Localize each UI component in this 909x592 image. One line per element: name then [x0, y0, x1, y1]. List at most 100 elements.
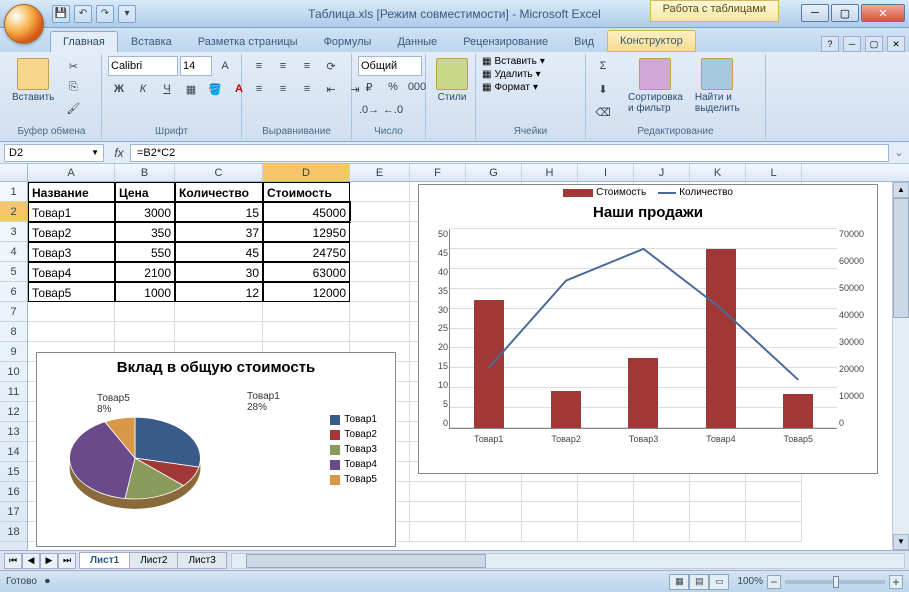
zoom-out-button[interactable]: −	[767, 575, 781, 589]
cell-K17[interactable]	[690, 502, 746, 522]
cell-C6[interactable]: 12	[175, 282, 263, 302]
cell-D2[interactable]: 45000	[263, 202, 350, 222]
border-icon[interactable]: ▦	[180, 79, 202, 99]
row-header-15[interactable]: 15	[0, 462, 27, 482]
sheet-prev-icon[interactable]: ◀	[22, 553, 40, 569]
percent-icon[interactable]: %	[382, 77, 404, 97]
row-header-5[interactable]: 5	[0, 262, 27, 282]
cell-C1[interactable]: Количество	[175, 182, 263, 202]
cell-B7[interactable]	[115, 302, 175, 322]
cell-E6[interactable]	[350, 282, 410, 302]
formula-expand-icon[interactable]: ⌄	[889, 146, 909, 159]
row-header-1[interactable]: 1	[0, 182, 27, 202]
cell-E8[interactable]	[350, 322, 410, 342]
bold-icon[interactable]: Ж	[108, 79, 130, 99]
sheet-tab-3[interactable]: Лист3	[177, 552, 226, 569]
format-cells-button[interactable]: ▦ Формат ▾	[482, 82, 538, 93]
indent-decrease-icon[interactable]: ⇤	[320, 79, 342, 99]
office-button[interactable]	[4, 4, 44, 44]
qat-more-icon[interactable]: ▾	[118, 5, 136, 23]
cell-B6[interactable]: 1000	[115, 282, 175, 302]
row-header-12[interactable]: 12	[0, 402, 27, 422]
undo-icon[interactable]: ↶	[74, 5, 92, 23]
cell-L18[interactable]	[746, 522, 802, 542]
zoom-level[interactable]: 100%	[737, 576, 763, 587]
column-header-G[interactable]: G	[466, 164, 522, 181]
column-header-I[interactable]: I	[578, 164, 634, 181]
tab-data[interactable]: Данные	[384, 31, 450, 52]
cell-F16[interactable]	[410, 482, 466, 502]
maximize-button[interactable]: ▢	[831, 4, 859, 22]
cell-B2[interactable]: 3000	[115, 202, 175, 222]
cell-D8[interactable]	[263, 322, 350, 342]
sheet-tab-1[interactable]: Лист1	[79, 552, 130, 569]
tab-home[interactable]: Главная	[50, 31, 118, 52]
row-header-16[interactable]: 16	[0, 482, 27, 502]
column-header-J[interactable]: J	[634, 164, 690, 181]
cell-D7[interactable]	[263, 302, 350, 322]
cell-B5[interactable]: 2100	[115, 262, 175, 282]
zoom-in-button[interactable]: +	[889, 575, 903, 589]
cell-A5[interactable]: Товар4	[28, 262, 115, 282]
sheet-first-icon[interactable]: ⏮	[4, 553, 22, 569]
cell-A3[interactable]: Товар2	[28, 222, 115, 242]
cell-B1[interactable]: Цена	[115, 182, 175, 202]
cell-E4[interactable]	[350, 242, 410, 262]
fx-button[interactable]: fx	[108, 146, 130, 160]
tab-review[interactable]: Рецензирование	[450, 31, 561, 52]
column-header-H[interactable]: H	[522, 164, 578, 181]
close-button[interactable]: ✕	[861, 4, 905, 22]
row-header-17[interactable]: 17	[0, 502, 27, 522]
tab-insert[interactable]: Вставка	[118, 31, 185, 52]
paste-button[interactable]: Вставить	[8, 56, 58, 105]
cell-I17[interactable]	[578, 502, 634, 522]
font-name-combo[interactable]: Calibri	[108, 56, 178, 76]
column-header-E[interactable]: E	[350, 164, 410, 181]
select-all-corner[interactable]	[0, 164, 28, 181]
cell-D1[interactable]: Стоимость	[263, 182, 350, 202]
minimize-button[interactable]: ─	[801, 4, 829, 22]
formula-input[interactable]: =B2*C2	[130, 144, 889, 162]
row-header-11[interactable]: 11	[0, 382, 27, 402]
cell-L17[interactable]	[746, 502, 802, 522]
column-header-B[interactable]: B	[115, 164, 175, 181]
format-painter-icon[interactable]: 🖌	[62, 98, 84, 118]
cell-A4[interactable]: Товар3	[28, 242, 115, 262]
cell-I16[interactable]	[578, 482, 634, 502]
cell-I18[interactable]	[578, 522, 634, 542]
align-right-icon[interactable]: ≡	[296, 79, 318, 99]
horizontal-scrollbar[interactable]	[231, 553, 905, 569]
cell-K18[interactable]	[690, 522, 746, 542]
cell-A1[interactable]: Название	[28, 182, 115, 202]
cell-H18[interactable]	[522, 522, 578, 542]
font-size-combo[interactable]: 14	[180, 56, 212, 76]
cell-D6[interactable]: 12000	[263, 282, 350, 302]
column-header-F[interactable]: F	[410, 164, 466, 181]
align-middle-icon[interactable]: ≡	[272, 56, 294, 76]
cell-G17[interactable]	[466, 502, 522, 522]
row-header-9[interactable]: 9	[0, 342, 27, 362]
cell-C4[interactable]: 45	[175, 242, 263, 262]
vertical-scrollbar[interactable]: ▲ ▼	[892, 182, 909, 550]
grow-font-icon[interactable]: A	[214, 56, 236, 76]
column-header-L[interactable]: L	[746, 164, 802, 181]
row-header-2[interactable]: 2	[0, 202, 27, 222]
doc-minimize-icon[interactable]: ─	[843, 36, 861, 52]
cell-B4[interactable]: 550	[115, 242, 175, 262]
name-box[interactable]: D2 ▼	[4, 144, 104, 162]
cell-A2[interactable]: Товар1	[28, 202, 115, 222]
row-header-3[interactable]: 3	[0, 222, 27, 242]
align-top-icon[interactable]: ≡	[248, 56, 270, 76]
macro-record-icon[interactable]: ⏺	[45, 576, 50, 587]
cell-K16[interactable]	[690, 482, 746, 502]
cell-J17[interactable]	[634, 502, 690, 522]
doc-close-icon[interactable]: ✕	[887, 36, 905, 52]
cell-E2[interactable]	[350, 202, 410, 222]
cell-D4[interactable]: 24750	[263, 242, 350, 262]
align-bottom-icon[interactable]: ≡	[296, 56, 318, 76]
redo-icon[interactable]: ↷	[96, 5, 114, 23]
row-header-4[interactable]: 4	[0, 242, 27, 262]
doc-restore-icon[interactable]: ▢	[865, 36, 883, 52]
save-icon[interactable]: 💾	[52, 5, 70, 23]
cell-E3[interactable]	[350, 222, 410, 242]
